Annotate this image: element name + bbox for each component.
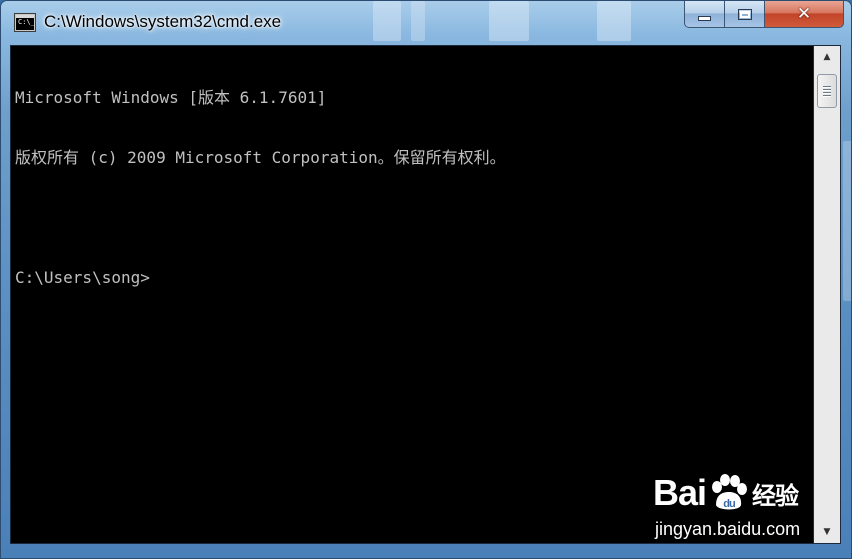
- svg-text:du: du: [723, 498, 735, 510]
- arrow-up-icon: ▲: [823, 52, 831, 62]
- vertical-scrollbar[interactable]: ▲ ▼: [814, 45, 841, 544]
- cmd-window: C:\_ C:\Windows\system32\cmd.exe ✕ Micro…: [0, 0, 852, 559]
- console-prompt-line[interactable]: C:\Users\song>: [15, 268, 506, 288]
- paw-icon: du: [712, 474, 748, 510]
- console-icon-glyph: C:\_: [18, 18, 35, 26]
- scroll-thumb[interactable]: [817, 74, 837, 108]
- baidu-logo: Bai du 经验: [653, 469, 799, 517]
- grip-line: [823, 95, 831, 96]
- minimize-button[interactable]: [684, 1, 725, 28]
- maximize-button[interactable]: [725, 1, 765, 28]
- close-button[interactable]: ✕: [765, 1, 844, 28]
- grip-line: [823, 92, 831, 93]
- title-bar[interactable]: C:\_ C:\Windows\system32\cmd.exe ✕: [1, 1, 851, 45]
- baidu-logo-prefix: Bai: [653, 472, 707, 513]
- scroll-up-button[interactable]: ▲: [814, 48, 840, 66]
- caption-buttons: ✕: [684, 1, 844, 28]
- close-icon: ✕: [796, 3, 812, 24]
- arrow-down-icon: ▼: [823, 527, 831, 537]
- console-text: Microsoft Windows [版本 6.1.7601] 版权所有 (c)…: [15, 48, 506, 328]
- console-icon[interactable]: C:\_: [15, 14, 35, 31]
- grip-line: [823, 89, 831, 90]
- minimize-icon: [698, 15, 711, 21]
- window-title: C:\Windows\system32\cmd.exe: [44, 12, 282, 31]
- watermark-url: jingyan.baidu.com: [655, 519, 801, 539]
- scroll-down-button[interactable]: ▼: [814, 523, 840, 541]
- baidu-logo-suffix: 经验: [752, 481, 799, 510]
- grip-line: [823, 86, 831, 87]
- console-line: Microsoft Windows [版本 6.1.7601]: [15, 88, 327, 107]
- baidu-jingyan-watermark: Bai du 经验 jingyan.baidu.com: [653, 469, 813, 545]
- glass-background-blob: [843, 141, 851, 301]
- console-line: 版权所有 (c) 2009 Microsoft Corporation。保留所有…: [15, 148, 506, 167]
- maximize-icon: [737, 8, 752, 20]
